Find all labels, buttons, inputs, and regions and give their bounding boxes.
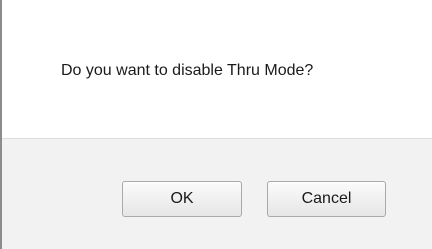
cancel-button[interactable]: Cancel (267, 181, 386, 217)
dialog-message: Do you want to disable Thru Mode? (61, 62, 314, 79)
ok-button[interactable]: OK (122, 181, 242, 217)
confirm-dialog: Do you want to disable Thru Mode? OK Can… (0, 0, 432, 249)
